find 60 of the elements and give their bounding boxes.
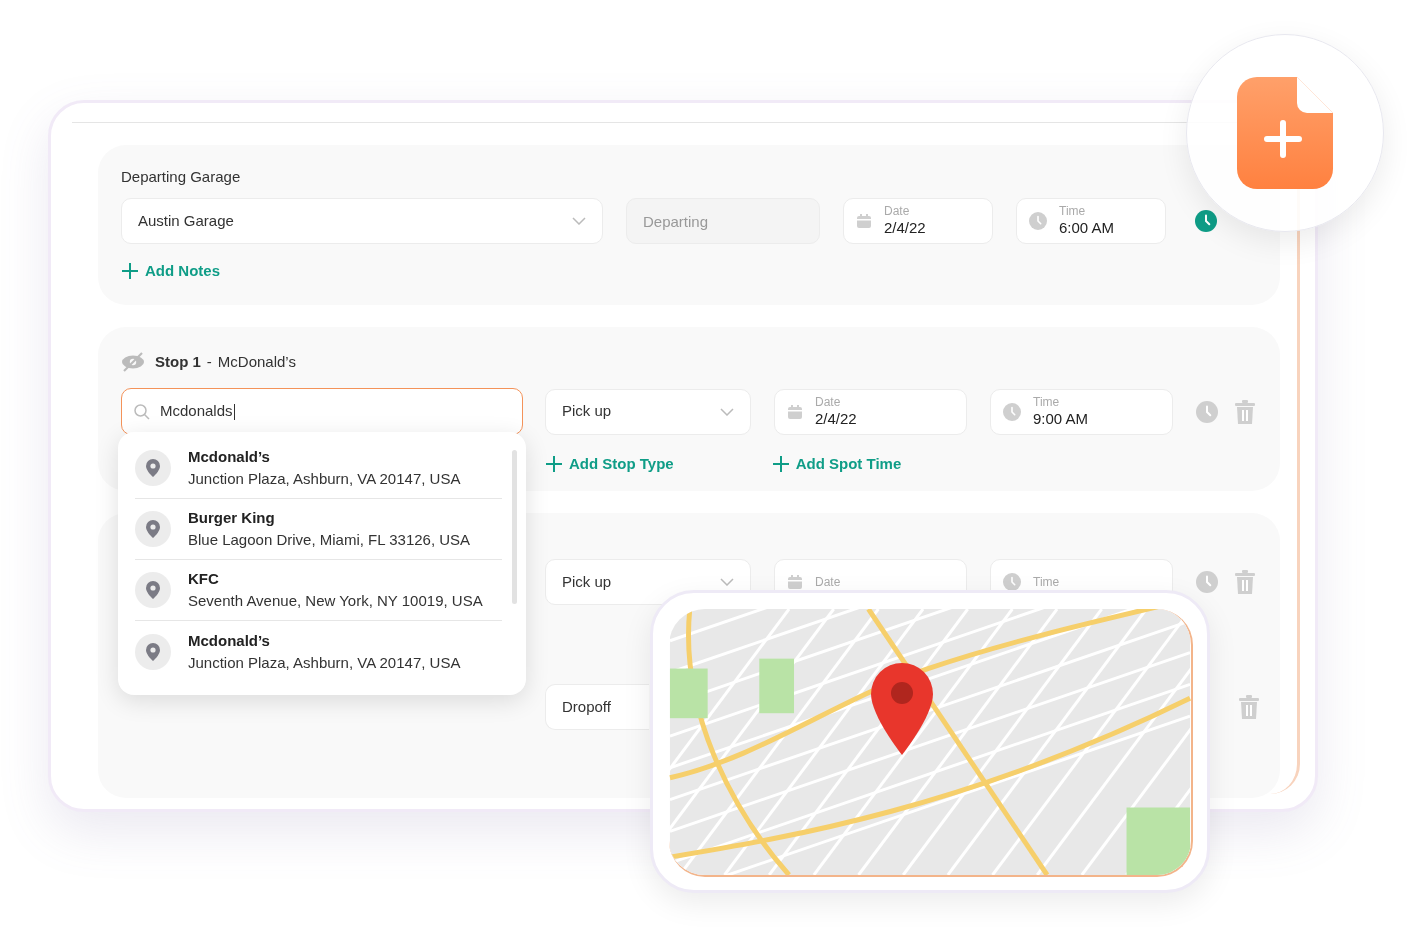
field-value: 9:00 AM <box>1033 409 1089 429</box>
garage-dropdown[interactable]: Austin Garage <box>121 198 603 244</box>
stop-name: McDonald’s <box>217 351 296 372</box>
location-pin-icon <box>135 450 171 486</box>
field-value: 6:00 AM <box>1059 219 1115 238</box>
clock-icon[interactable] <box>1195 210 1217 232</box>
clock-icon <box>1029 212 1047 230</box>
location-pin-icon <box>135 633 171 670</box>
field-label: Date <box>884 204 911 220</box>
stop-type-dropdown[interactable]: Dropoff <box>545 684 649 730</box>
chevron-down-icon <box>720 407 734 416</box>
search-icon <box>134 403 150 420</box>
separator: - <box>206 351 212 372</box>
clock-icon[interactable] <box>1196 400 1218 423</box>
suggestion-item[interactable]: Mcdonald’s Junction Plaza, Ashburn, VA 20147, USA <box>135 621 502 682</box>
place-name: Burger King <box>188 508 276 528</box>
departing-field[interactable]: Departing <box>626 198 820 244</box>
place-address: Seventh Avenue, New York, NY 10019, USA <box>188 591 483 611</box>
location-pin-icon <box>135 511 171 547</box>
field-label: Date <box>815 394 842 410</box>
field-label: Time <box>1033 394 1061 410</box>
chevron-down-icon <box>720 578 734 586</box>
trash-icon[interactable] <box>1235 570 1255 594</box>
section-label: Departing Garage <box>121 167 242 187</box>
place-address: Junction Plaza, Ashburn, VA 20147, USA <box>188 469 461 489</box>
place-address: Blue Lagoon Drive, Miami, FL 33126, USA <box>188 530 471 550</box>
time-field[interactable]: Time 6:00 AM <box>1016 198 1166 244</box>
location-pin-icon <box>135 572 171 608</box>
field-label: Time <box>1059 204 1087 220</box>
clock-icon[interactable] <box>1196 571 1218 593</box>
stop-title: Stop 1 <box>155 351 201 372</box>
place-name: KFC <box>188 569 220 589</box>
clock-icon <box>1003 402 1021 421</box>
field-label: Time <box>1033 574 1060 590</box>
calendar-icon <box>856 213 872 229</box>
suggestion-item[interactable]: KFC Seventh Avenue, New York, NY 10019, USA <box>135 560 502 621</box>
date-field[interactable]: Date 2/4/22 <box>843 198 993 244</box>
suggestion-item[interactable]: Mcdonald’s Junction Plaza, Ashburn, VA 20147, USA <box>135 438 502 499</box>
field-label: Date <box>815 574 841 590</box>
stop-type-dropdown[interactable]: Pick up <box>545 388 751 435</box>
search-field[interactable]: Mcdonalds <box>121 388 523 435</box>
time-field[interactable]: Time 9:00 AM <box>990 388 1173 435</box>
plus-icon <box>121 262 139 281</box>
suggestion-item[interactable]: Burger King Blue Lagoon Drive, Miami, FL 33126, USA <box>135 499 502 560</box>
plus-icon <box>545 455 563 474</box>
plus-icon <box>771 455 790 474</box>
calendar-icon <box>787 403 803 420</box>
text-cursor <box>233 403 236 420</box>
eye-slash-icon[interactable] <box>121 352 145 372</box>
trash-icon[interactable] <box>1235 399 1255 424</box>
chevron-down-icon <box>572 217 586 225</box>
place-address: Junction Plaza, Ashburn, VA 20147, USA <box>188 652 461 673</box>
field-value: 2/4/22 <box>815 409 857 429</box>
trash-icon[interactable] <box>1239 695 1259 719</box>
place-name: Mcdonald’s <box>188 630 271 651</box>
location-pin-icon <box>871 663 933 755</box>
field-value: 2/4/22 <box>884 219 926 238</box>
date-field[interactable]: Date 2/4/22 <box>774 388 967 435</box>
place-name: Mcdonald’s <box>188 447 271 467</box>
add-document-icon[interactable] <box>1237 77 1333 189</box>
